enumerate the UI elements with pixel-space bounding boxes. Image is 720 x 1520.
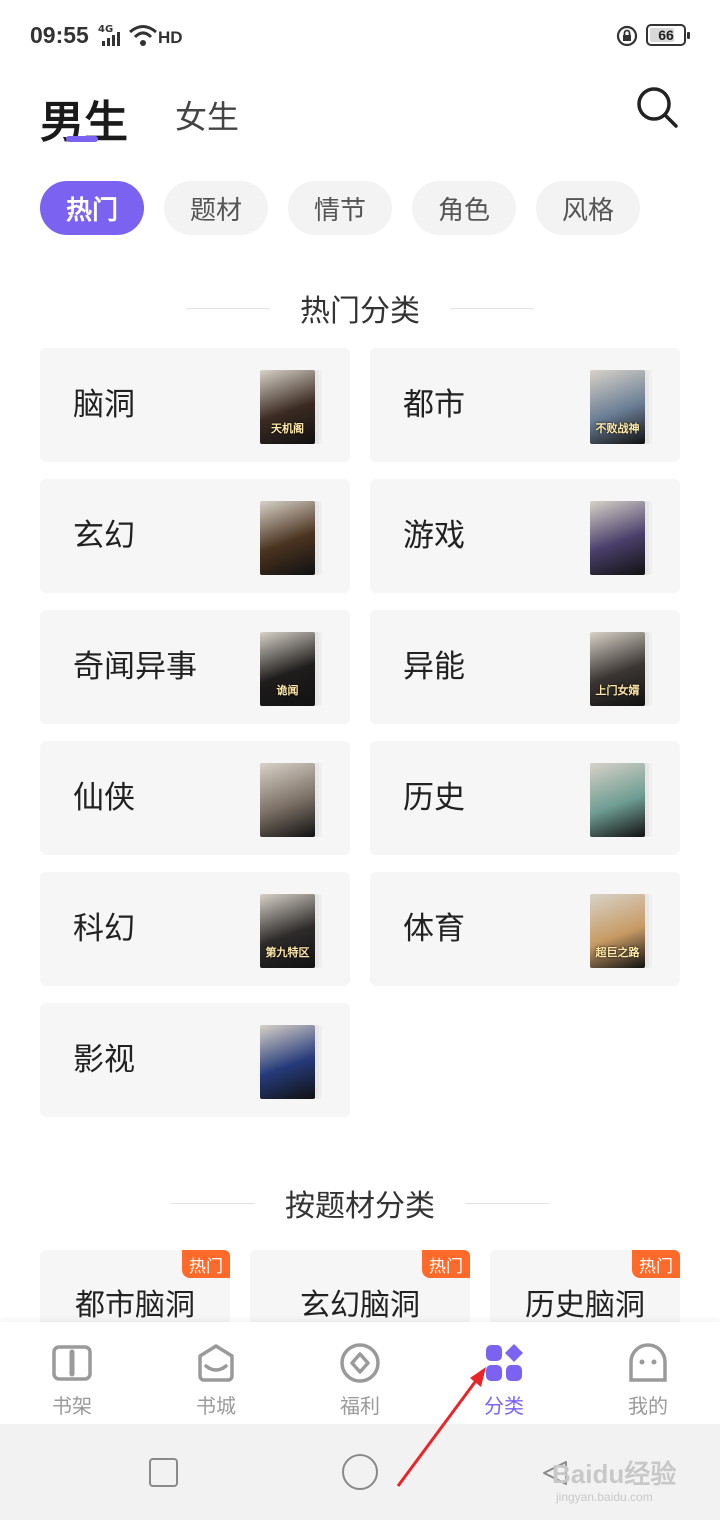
category-card[interactable]: 体育超巨之路 xyxy=(370,872,680,986)
nav-label: 我的 xyxy=(628,1394,668,1418)
watermark-url: jingyan.baidu.com xyxy=(556,1490,653,1504)
category-name: 脑洞 xyxy=(73,387,135,423)
category-card[interactable]: 游戏 xyxy=(370,479,680,593)
category-name: 玄幻 xyxy=(73,518,135,554)
category-name: 奇闻异事 xyxy=(73,649,197,685)
wifi-icon xyxy=(129,25,157,46)
book-cover-thumbnail: 上门女婿 xyxy=(590,632,645,706)
category-name: 游戏 xyxy=(403,518,465,554)
book-cover-title: 上门女婿 xyxy=(595,684,640,697)
category-card[interactable]: 影视 xyxy=(40,1003,350,1117)
category-name: 历史 xyxy=(403,780,465,816)
category-grid: 脑洞 天机阁 都市 不败战神 玄幻 游戏 奇闻异事 诡闻 异能 上门女婿 仙侠 历史 科幻 第九特区 体育超… xyxy=(40,348,680,1117)
book-cover-thumbnail xyxy=(260,763,315,837)
filter-chip[interactable]: 角色 xyxy=(412,181,516,235)
book-cover-thumbnail: 超巨之路 xyxy=(590,894,645,968)
category-card[interactable]: 科幻第九特区 xyxy=(40,872,350,986)
filter-chips: 热门 题材 情节 角色 风格 xyxy=(40,181,640,235)
filter-chip[interactable]: 题材 xyxy=(164,181,268,235)
nav-item-welfare[interactable]: 福利 xyxy=(288,1322,432,1424)
category-card[interactable]: 异能上门女婿 xyxy=(370,610,680,724)
category-name: 影视 xyxy=(73,1042,135,1078)
theme-label: 历史脑洞 xyxy=(525,1288,645,1323)
category-card[interactable]: 仙侠 xyxy=(40,741,350,855)
home-button[interactable] xyxy=(342,1454,378,1490)
category-name: 体育 xyxy=(403,911,465,947)
theme-card[interactable]: 历史脑洞 热门 xyxy=(490,1250,680,1330)
tab-active-indicator xyxy=(66,136,98,142)
book-cover-thumbnail xyxy=(590,763,645,837)
section-title-text: 热门分类 xyxy=(300,294,420,329)
theme-card[interactable]: 都市脑洞 热门 xyxy=(40,1250,230,1330)
status-bar: 09:55 4G HD 66 xyxy=(0,0,720,76)
book-cover-thumbnail: 诡闻 xyxy=(260,632,315,706)
book-cover-thumbnail: 不败战神 xyxy=(590,370,645,444)
profile-icon xyxy=(629,1343,667,1382)
nav-label: 福利 xyxy=(340,1394,380,1418)
theme-label: 都市脑洞 xyxy=(75,1288,195,1323)
book-cover-thumbnail xyxy=(590,501,645,575)
bookshelf-icon xyxy=(52,1345,92,1381)
nav-label: 书架 xyxy=(52,1394,92,1418)
divider xyxy=(450,307,534,309)
book-cover-title: 诡闻 xyxy=(276,684,299,697)
theme-row: 都市脑洞 热门 玄幻脑洞 热门 历史脑洞 热门 xyxy=(40,1250,680,1330)
battery-icon: 66 xyxy=(646,24,690,46)
nav-item-category[interactable]: 分类 xyxy=(432,1322,576,1424)
divider xyxy=(171,1202,255,1204)
category-name: 异能 xyxy=(403,649,465,685)
category-name: 都市 xyxy=(403,387,465,423)
theme-card[interactable]: 玄幻脑洞 热门 xyxy=(250,1250,470,1330)
nav-label: 分类 xyxy=(484,1394,524,1418)
book-cover-thumbnail xyxy=(260,1025,315,1099)
nav-item-bookshelf[interactable]: 书架 xyxy=(0,1322,144,1424)
category-card[interactable]: 玄幻 xyxy=(40,479,350,593)
hot-badge: 热门 xyxy=(632,1250,680,1278)
category-name: 仙侠 xyxy=(73,780,135,816)
filter-chip[interactable]: 风格 xyxy=(536,181,640,235)
category-card[interactable]: 脑洞天机阁 xyxy=(40,348,350,462)
welfare-icon xyxy=(340,1343,380,1383)
category-card[interactable]: 奇闻异事诡闻 xyxy=(40,610,350,724)
hot-badge: 热门 xyxy=(422,1250,470,1278)
bookstore-icon xyxy=(198,1344,234,1382)
book-cover-title: 不败战神 xyxy=(595,422,640,435)
hd-badge: HD xyxy=(158,28,183,47)
book-cover-thumbnail xyxy=(260,501,315,575)
theme-label: 玄幻脑洞 xyxy=(300,1288,420,1323)
theme-section-title: 按题材分类 xyxy=(0,1181,720,1225)
divider xyxy=(465,1202,549,1204)
book-cover-title: 超巨之路 xyxy=(595,946,640,959)
filter-chip[interactable]: 情节 xyxy=(288,181,392,235)
divider xyxy=(186,307,270,309)
watermark-logo: Baidu经验 xyxy=(552,1459,677,1489)
category-icon xyxy=(486,1344,523,1381)
tab-female[interactable]: 女生 xyxy=(175,92,239,138)
book-cover-title: 第九特区 xyxy=(265,946,310,959)
bottom-nav: 书架 书城 福利 分类 我的 xyxy=(0,1322,720,1424)
recent-apps-button[interactable] xyxy=(149,1458,178,1487)
book-cover-thumbnail: 第九特区 xyxy=(260,894,315,968)
category-card[interactable]: 历史 xyxy=(370,741,680,855)
filter-chip[interactable]: 热门 xyxy=(40,181,144,235)
hot-badge: 热门 xyxy=(182,1250,230,1278)
section-title-text: 按题材分类 xyxy=(285,1189,435,1224)
category-card[interactable]: 都市不败战神 xyxy=(370,348,680,462)
rotation-lock-icon xyxy=(616,25,638,47)
status-time: 09:55 xyxy=(30,22,89,48)
book-cover-title: 天机阁 xyxy=(271,422,304,435)
nav-item-profile[interactable]: 我的 xyxy=(576,1322,720,1424)
category-name: 科幻 xyxy=(73,911,135,947)
nav-label: 书城 xyxy=(196,1394,236,1418)
nav-item-bookstore[interactable]: 书城 xyxy=(144,1322,288,1424)
search-icon[interactable] xyxy=(634,84,680,130)
hot-section-title: 热门分类 xyxy=(0,286,720,330)
book-cover-thumbnail: 天机阁 xyxy=(260,370,315,444)
battery-level: 66 xyxy=(658,27,674,43)
